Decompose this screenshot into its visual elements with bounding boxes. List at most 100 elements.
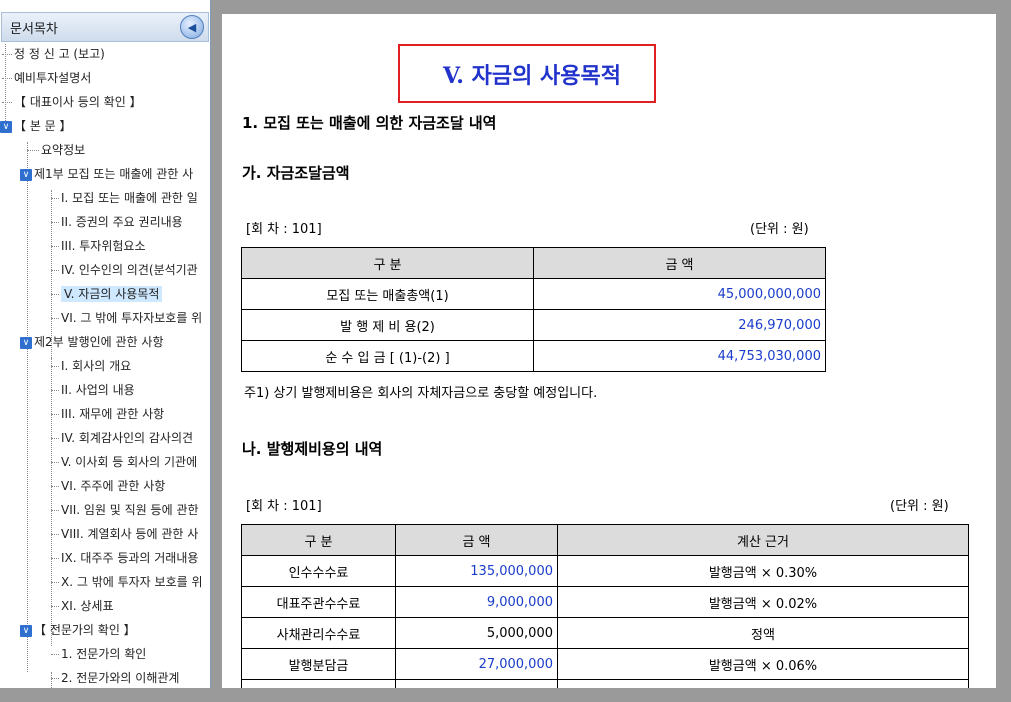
tree-connector: [51, 366, 59, 367]
toc-item-expert[interactable]: ∨ 【 전문가의 확인 】: [20, 620, 136, 640]
table-row: 대표주관수수료 9,000,000 발행금액 × 0.02%: [241, 586, 969, 618]
table1-unit: (단위 : 원): [750, 222, 809, 237]
toc-item-label: 요약정보: [41, 143, 86, 157]
table-cell-value: 9,000,000: [395, 586, 558, 618]
toc-item-expert-2[interactable]: 2. 전문가와의 이해관계: [51, 668, 179, 688]
tree-connector: [51, 294, 59, 295]
toc-item-part2-8[interactable]: VIII. 계열회사 등에 관한 사: [51, 524, 198, 544]
toc-item-part1-5[interactable]: V. 자금의 사용목적: [51, 284, 163, 304]
tree-connector: [51, 462, 59, 463]
toc-item-part1-3[interactable]: III. 투자위험요소: [51, 236, 146, 256]
toc-item-part2-11[interactable]: XI. 상세표: [51, 596, 114, 616]
toc-item-expert-1[interactable]: 1. 전문가의 확인: [51, 644, 146, 664]
toc-item-correction-report[interactable]: 정 정 신 고 (보고): [2, 44, 105, 64]
tree-connector: [51, 318, 59, 319]
table-row: 순 수 입 금 [ (1)-(2) ] 44,753,030,000: [241, 340, 826, 372]
document-page: V. 자금의 사용목적 1. 모집 또는 매출에 의한 자금조달 내역 가. 자…: [222, 14, 996, 690]
toc-item-label: II. 사업의 내용: [61, 383, 135, 397]
heading-issue-costs: 나. 발행제비용의 내역: [242, 440, 383, 458]
toc-item-part2-1[interactable]: I. 회사의 개요: [51, 356, 131, 376]
heading-funding-amount: 가. 자금조달금액: [242, 164, 350, 182]
table-cell-label: 발 행 제 비 용(2): [241, 309, 534, 341]
toc-item-label: V. 자금의 사용목적: [61, 286, 163, 302]
toc-item-label: 1. 전문가의 확인: [61, 647, 147, 661]
toc-item-label: I. 모집 또는 매출에 관한 일: [61, 191, 198, 205]
toc-item-label: IV. 회계감사인의 감사의견: [61, 431, 194, 445]
tree-connector: [51, 438, 59, 439]
collapse-panel-button[interactable]: ◀: [180, 15, 204, 39]
collapse-toggle-icon[interactable]: ∨: [20, 168, 32, 181]
table-header-cell: 구 분: [241, 247, 534, 279]
tree-connector: [51, 222, 59, 223]
toc-item-label: 예비투자설명서: [14, 71, 92, 85]
toc-item-label: XI. 상세표: [61, 599, 114, 613]
tree-connector: [51, 270, 59, 271]
toc-item-prospectus[interactable]: 예비투자설명서: [2, 68, 91, 88]
toc-item-part2[interactable]: ∨ 제2부 발행인에 관한 사항: [20, 332, 163, 352]
collapse-toggle-icon[interactable]: ∨: [0, 120, 12, 133]
table-cell-value: 5,000,000: [395, 617, 558, 649]
table-cell-value: 135,000,000: [395, 555, 558, 587]
toc-item-label: IV. 인수인의 의견(분석기관: [61, 263, 198, 277]
toc-item-label: VII. 임원 및 직원 등에 관한: [61, 503, 199, 517]
section-title: V. 자금의 사용목적: [443, 62, 621, 89]
table-row: 인수수수료 135,000,000 발행금액 × 0.30%: [241, 555, 969, 587]
toc-item-part2-3[interactable]: III. 재무에 관한 사항: [51, 404, 164, 424]
table-cell-label: 순 수 입 금 [ (1)-(2) ]: [241, 340, 534, 372]
toc-header: 문서목차: [1, 12, 209, 42]
funding-table: 구 분 금 액 모집 또는 매출총액(1) 45,000,000,000 발 행…: [241, 247, 826, 372]
toc-item-part2-10[interactable]: X. 그 밖에 투자자 보호를 위: [51, 572, 203, 592]
toc-item-main-body[interactable]: ∨ 【 본 문 】: [0, 116, 72, 136]
collapse-toggle-icon[interactable]: ∨: [20, 624, 32, 637]
tree-connector: [51, 246, 59, 247]
table-cell-label: 발행분담금: [241, 648, 396, 680]
table1-round: [회 차 : 101]: [246, 222, 322, 237]
toc-item-label: 제1부 모집 또는 매출에 관한 사: [34, 167, 194, 181]
toc-item-part1-4[interactable]: IV. 인수인의 의견(분석기관: [51, 260, 198, 280]
toc-item-label: I. 회사의 개요: [61, 359, 132, 373]
section-title-box: V. 자금의 사용목적: [398, 44, 656, 103]
toc-item-part2-9[interactable]: IX. 대주주 등과의 거래내용: [51, 548, 198, 568]
toc-item-label: VI. 주주에 관한 사항: [61, 479, 166, 493]
toc-item-part2-5[interactable]: V. 이사회 등 회사의 기관에: [51, 452, 197, 472]
tree-connector: [51, 198, 59, 199]
table-header-cell: 구 분: [241, 524, 396, 556]
tree-connector: [51, 678, 59, 679]
tree-connector: [51, 510, 59, 511]
table-row: 발 행 제 비 용(2) 246,970,000: [241, 309, 826, 341]
tree-connector: [51, 486, 59, 487]
table-header-row: 구 분 금 액: [241, 247, 826, 279]
tree-connector: [51, 558, 59, 559]
table-cell-value: 44,753,030,000: [533, 340, 826, 372]
toc-item-label: 【 전문가의 확인 】: [34, 623, 136, 637]
toc-item-part1[interactable]: ∨ 제1부 모집 또는 매출에 관한 사: [20, 164, 193, 184]
tree-connector: [51, 606, 59, 607]
issue-cost-table: 구 분 금 액 계산 근거 인수수수료 135,000,000 발행금액 × 0…: [241, 524, 969, 690]
toc-item-label: 제2부 발행인에 관한 사항: [34, 335, 164, 349]
toc-item-label: VIII. 계열회사 등에 관한 사: [61, 527, 199, 541]
toc-item-label: 【 대표이사 등의 확인 】: [14, 95, 142, 109]
toc-item-part2-2[interactable]: II. 사업의 내용: [51, 380, 135, 400]
toc-item-part1-1[interactable]: I. 모집 또는 매출에 관한 일: [51, 188, 198, 208]
toc-item-label: V. 이사회 등 회사의 기관에: [61, 455, 198, 469]
tree-connector: [51, 582, 59, 583]
footnote: 주1) 상기 발행제비용은 회사의 자체자금으로 충당할 예정입니다.: [244, 386, 598, 401]
toc-item-part1-2[interactable]: II. 증권의 주요 권리내용: [51, 212, 183, 232]
toc-item-part2-4[interactable]: IV. 회계감사인의 감사의견: [51, 428, 193, 448]
toc-item-summary[interactable]: 요약정보: [27, 140, 85, 160]
toc-item-ceo-confirm[interactable]: 【 대표이사 등의 확인 】: [2, 92, 142, 112]
collapse-toggle-icon[interactable]: ∨: [20, 336, 32, 349]
heading-funding-details: 1. 모집 또는 매출에 의한 자금조달 내역: [242, 114, 497, 132]
table-cell-value: 27,000,000: [395, 648, 558, 680]
table-cell-label: 대표주관수수료: [241, 586, 396, 618]
toc-item-label: X. 그 밖에 투자자 보호를 위: [61, 575, 203, 589]
toc-item-part2-6[interactable]: VI. 주주에 관한 사항: [51, 476, 165, 496]
horizontal-scrollbar[interactable]: [0, 688, 1011, 702]
table-cell-basis: 정액: [557, 617, 969, 649]
tree-connector: [2, 78, 12, 79]
table-header-row: 구 분 금 액 계산 근거: [241, 524, 969, 556]
toc-item-part1-6[interactable]: VI. 그 밖에 투자자보호를 위: [51, 308, 202, 328]
table-row: 사채관리수수료 5,000,000 정액: [241, 617, 969, 649]
toc-item-part2-7[interactable]: VII. 임원 및 직원 등에 관한: [51, 500, 199, 520]
toc-title: 문서목차: [10, 21, 58, 37]
